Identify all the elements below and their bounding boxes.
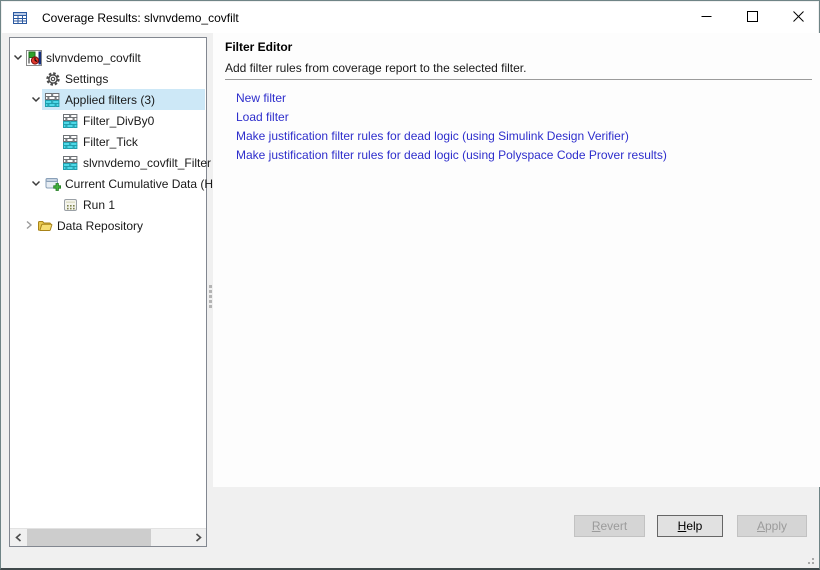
tree-item-filter-divby0[interactable]: Filter_DivBy0 (10, 110, 205, 131)
run-icon (63, 197, 79, 213)
tree-item-label: Current Cumulative Data (H) (65, 177, 222, 191)
apply-button[interactable]: Apply (737, 515, 807, 537)
coverage-filter-icon (63, 113, 79, 129)
scroll-right-icon (194, 533, 202, 542)
filter-actions: New filter Load filter Make justificatio… (236, 89, 812, 165)
tree-item-run-1[interactable]: Run 1 (10, 194, 205, 215)
window-titlebar[interactable]: Coverage Results: slvnvdemo_covfilt (2, 2, 818, 33)
separator (225, 79, 812, 80)
scrollbar-thumb[interactable] (27, 529, 151, 546)
model-coverage-icon (26, 50, 42, 66)
tree-item-applied-filters[interactable]: Applied filters (3) (10, 89, 205, 110)
minimize-button[interactable] (683, 2, 729, 33)
revert-button[interactable]: Revert (574, 515, 645, 537)
button-label: evert (600, 519, 627, 533)
splitter-grip-icon (209, 283, 212, 310)
link-make-justification-polyspace[interactable]: Make justification filter rules for dead… (236, 146, 812, 165)
app-icon (12, 10, 28, 26)
link-make-justification-sldv[interactable]: Make justification filter rules for dead… (236, 127, 812, 146)
folder-icon (37, 218, 53, 234)
filter-editor-panel: Filter Editor Add filter rules from cove… (213, 33, 820, 487)
tree-item-label: Settings (65, 72, 113, 86)
close-icon (793, 9, 804, 27)
tree-item-label: slvnvdemo_covfilt (46, 51, 146, 65)
coverage-filter-icon (63, 134, 79, 150)
button-label: pply (765, 519, 787, 533)
window-frame: Coverage Results: slvnvdemo_covfilt (0, 0, 820, 570)
horizontal-scrollbar[interactable] (10, 528, 206, 546)
scroll-left-icon (15, 533, 23, 542)
results-tree-panel: slvnvdemo_covfilt Settings (9, 37, 207, 547)
tree-item-label: Run 1 (83, 198, 120, 212)
gear-icon (45, 71, 61, 87)
link-load-filter[interactable]: Load filter (236, 108, 812, 127)
link-new-filter[interactable]: New filter (236, 89, 812, 108)
scroll-right-button[interactable] (189, 529, 206, 546)
tree-item-slvnvdemo-covfilt-filter[interactable]: slvnvdemo_covfilt_Filter (10, 152, 205, 173)
cumulative-data-icon (45, 176, 61, 192)
coverage-filter-icon (63, 155, 79, 171)
editor-description: Add filter rules from coverage report to… (225, 61, 526, 75)
maximize-icon (747, 9, 758, 27)
tree-item-current-cumulative-data[interactable]: Current Cumulative Data (H) (10, 173, 205, 194)
button-label: elp (686, 519, 702, 533)
window-title: Coverage Results: slvnvdemo_covfilt (42, 11, 239, 25)
minimize-icon (701, 9, 712, 27)
tree-item-filter-tick[interactable]: Filter_Tick (10, 131, 205, 152)
help-button[interactable]: Help (657, 515, 723, 537)
tree-item-label: Filter_DivBy0 (83, 114, 159, 128)
close-button[interactable] (775, 2, 820, 33)
scroll-left-button[interactable] (10, 529, 27, 546)
window-resize-grip[interactable] (806, 556, 814, 564)
maximize-button[interactable] (729, 2, 775, 33)
page-title: Filter Editor (225, 40, 292, 54)
tree-item-label: Applied filters (3) (65, 93, 160, 107)
results-tree: slvnvdemo_covfilt Settings (10, 47, 205, 236)
tree-item-label: Data Repository (57, 219, 148, 233)
tree-item-settings[interactable]: Settings (10, 68, 205, 89)
tree-item-slvnvdemo-covfilt[interactable]: slvnvdemo_covfilt (10, 47, 205, 68)
tree-item-label: slvnvdemo_covfilt_Filter (83, 156, 216, 170)
tree-item-data-repository[interactable]: Data Repository (10, 215, 205, 236)
tree-item-label: Filter_Tick (83, 135, 143, 149)
coverage-filter-icon (45, 92, 61, 108)
button-mnemonic: A (757, 519, 765, 533)
